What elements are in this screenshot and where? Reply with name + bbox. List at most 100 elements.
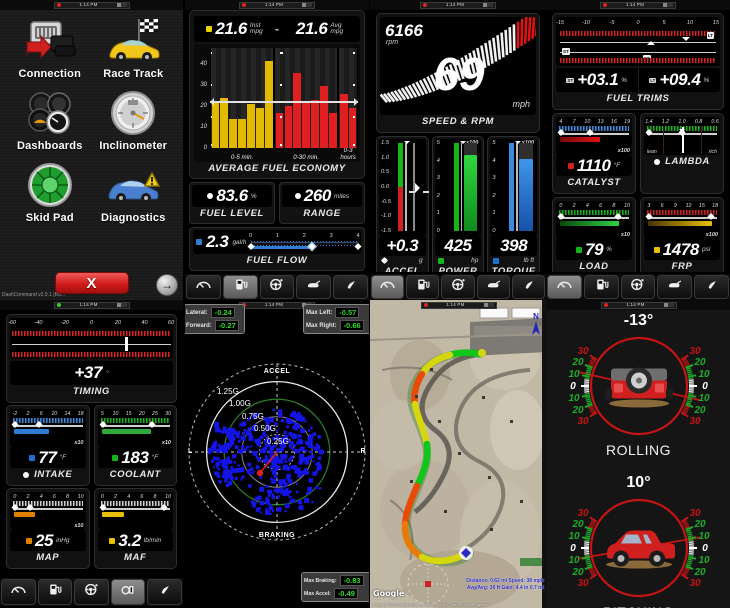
status-pill: 1:14 PM (600, 301, 677, 309)
fuel-pump-icon (414, 278, 431, 296)
left-axis-label: L (188, 448, 193, 455)
svg-text:30: 30 (689, 578, 701, 589)
chart-bar (255, 108, 264, 148)
gauge-tickstrip (100, 418, 170, 423)
map-maf-row: 0 2 4 6 8 10 x10 25 inHg MAP 0 2 4 6 8 10 3.2 lb/mi… (6, 488, 177, 569)
pitching-section: 10° 30302020101000101020203030 PITCHING (547, 458, 730, 608)
toolbar-steering-wheel-button[interactable] (259, 275, 295, 299)
toolbar-fuel-pump-button[interactable] (37, 579, 73, 605)
gauge-tick: 6 (39, 411, 43, 417)
timing-value: +37 (74, 363, 103, 382)
right-axis-label: R (360, 448, 366, 455)
bottom-toolbar-fuel[interactable] (185, 274, 369, 300)
gauge-tick: 19 (624, 119, 631, 125)
maf-panel: 0 2 4 6 8 10 3.2 lb/min MAF (93, 488, 177, 569)
gauge-tick: 0 (492, 228, 496, 234)
gauge-axis-line (516, 143, 518, 231)
fuel-trims-scale-block: -15 -10 -5 0 5 10 15 LT ST ST (556, 17, 720, 66)
toolbar-steering-wheel-button[interactable] (441, 275, 475, 299)
fuel-pump-icon (46, 583, 63, 601)
bottom-toolbar-trims[interactable] (546, 274, 730, 300)
track-map-pane[interactable]: 1:14 PM N Distance: 0.62 mi Speed: 38 mp… (370, 300, 547, 608)
toolbar-gauge-button[interactable] (547, 275, 582, 299)
next-arrow-button[interactable]: → (156, 274, 178, 296)
home-item-skid-pad[interactable]: Skid Pad (8, 160, 92, 224)
gauge-tick: 0.8 (694, 119, 703, 125)
toolbar-injector-button[interactable] (147, 579, 182, 605)
toolbar-fuel-pump-button[interactable] (406, 275, 440, 299)
gauge-tickstrip (647, 210, 717, 215)
toolbar-oil-can-button[interactable] (296, 275, 332, 299)
svg-text:1.25G: 1.25G (217, 387, 239, 396)
toolbar-steering-wheel-button[interactable] (620, 275, 656, 299)
toolbar-steering-wheel-button[interactable] (74, 579, 109, 605)
rpm-unit: rpm (386, 39, 399, 46)
long-term-value: +09.4 (659, 70, 701, 89)
short-term-unit: % (621, 76, 628, 84)
gauge-tick: 0 (100, 494, 104, 500)
gauge-tick: 3 (436, 175, 440, 182)
oil-can-icon (485, 278, 502, 296)
toolbar-injector-button[interactable] (694, 275, 729, 299)
current-g-box: Lateral: -0.24 Forward: -0.27 (185, 304, 245, 334)
torque-value: 398 (500, 235, 528, 255)
toolbar-engine-button[interactable] (110, 579, 146, 605)
home-item-label: Inclinometer (99, 140, 168, 152)
compass-icon: N (531, 312, 541, 339)
short-term-value-cell: ST +03.1 % (556, 68, 639, 92)
bottom-toolbar-speed[interactable] (370, 274, 546, 300)
gauge-tick: 4 (559, 119, 563, 125)
maf-unit: lb/min (143, 537, 162, 544)
load-value: 79 (585, 239, 604, 259)
chart-bar (229, 118, 238, 148)
toolbar-injector-button[interactable] (333, 275, 368, 299)
injector-icon (520, 278, 537, 296)
toolbar-gauge-button[interactable] (371, 275, 405, 299)
accel-title: ACCEL (384, 266, 421, 272)
close-button[interactable]: X (54, 272, 129, 294)
gauge-tick: 2 (492, 192, 496, 199)
torque-panel: 543210x100 398 lb ft TORQUE (487, 136, 541, 272)
gauge-tick: 10 (112, 411, 119, 417)
gauge-max-mark (423, 191, 429, 193)
max-long-box: Max Braking: -0.83 Max Accel: -0.49 (301, 572, 369, 602)
intake-readout: 77 °F (10, 447, 86, 468)
home-item-race-track[interactable]: Race Track (92, 16, 176, 80)
toolbar-gauge-button[interactable] (186, 275, 221, 299)
toolbar-gauge-button[interactable] (1, 579, 36, 605)
gauge-tick: 1.0 (381, 154, 390, 161)
fuel-flow-scale: 0 1 2 3 4 (247, 233, 362, 252)
maf-value: 3.2 (118, 530, 141, 550)
toolbar-fuel-pump-button[interactable] (583, 275, 619, 299)
maf-gauge: 0 2 4 6 8 10 (97, 492, 173, 530)
status-bar-8: 1:14 PM (547, 300, 730, 310)
toolbar-fuel-pump-button[interactable] (222, 275, 258, 299)
inst-mpg-value: 21.6 (215, 19, 247, 38)
chart-bar (264, 60, 273, 148)
fuel-trims-tick: 5 (662, 20, 666, 26)
toolbar-injector-button[interactable] (511, 275, 546, 299)
record-indicator-icon (56, 3, 61, 7)
home-item-dashboards[interactable]: Dashboards (8, 88, 92, 152)
bottom-toolbar-engine[interactable] (0, 578, 183, 606)
gauge-tick: 10 (165, 494, 172, 500)
catalyst-panel: 4 7 10 13 16 19 x100 1110 °F CATALYST (552, 113, 636, 194)
accel-power-torque-row: 1.5 1.0 0.5 0.0 -0.5 -1.0 -1.5 +0.3 g ACCEL 5 4… (376, 136, 541, 272)
gauge-tick: -2 (12, 411, 18, 417)
gauge-multiplier: x10 (74, 523, 84, 529)
fuel-pump-icon (593, 278, 610, 296)
car-warning-icon (104, 160, 162, 210)
torque-readout: 398 (490, 235, 538, 256)
home-item-inclinometer[interactable]: Inclinometer (92, 88, 176, 152)
home-item-diagnostics[interactable]: Diagnostics (92, 160, 176, 224)
gauge-multiplier: x100 (705, 232, 718, 238)
home-item-connection[interactable]: Connection (8, 16, 92, 80)
svg-text:20: 20 (693, 519, 706, 530)
svg-text:20: 20 (571, 357, 584, 368)
toolbar-oil-can-button[interactable] (657, 275, 693, 299)
compass-north-label: N (533, 312, 539, 321)
battery-icon (302, 3, 312, 7)
record-indicator-icon (603, 303, 608, 307)
race-flag-car-icon (104, 16, 162, 66)
toolbar-oil-can-button[interactable] (476, 275, 510, 299)
